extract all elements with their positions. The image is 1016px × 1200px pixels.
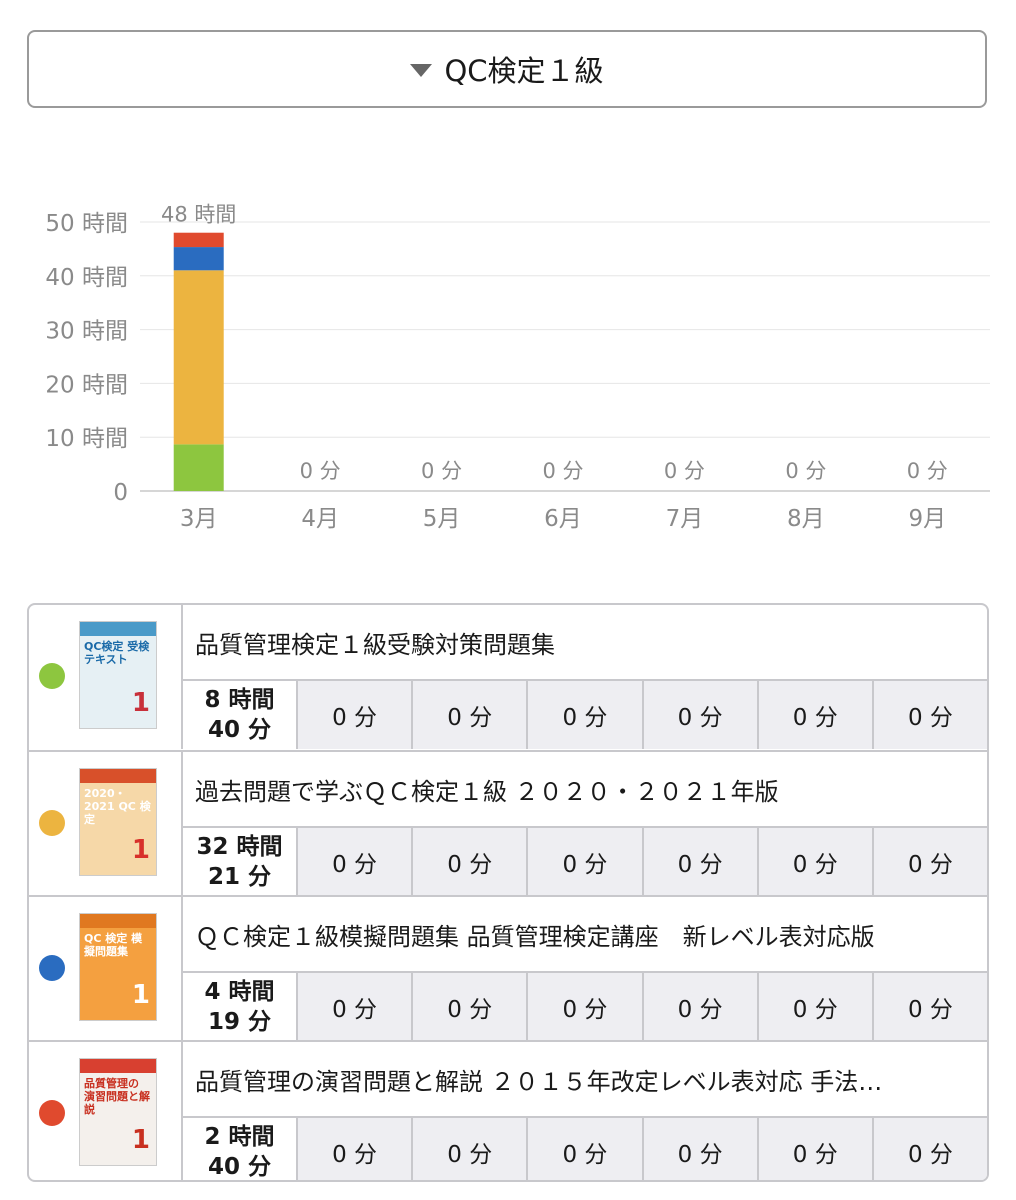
month-time-cell: 0 分 bbox=[756, 681, 872, 749]
x-tick-label: 6月 bbox=[544, 506, 582, 532]
month-time-cell: 0 分 bbox=[756, 828, 872, 896]
book-cover-image: QC検定 受検テキスト 1 bbox=[79, 621, 157, 729]
total-minutes: 40 分 bbox=[207, 1154, 271, 1180]
month-time-cell: 0 分 bbox=[526, 681, 642, 749]
book-cover-image: 品質管理の 演習問題と解説 1 bbox=[79, 1058, 157, 1166]
total-hours: 2 時間 bbox=[204, 1124, 275, 1150]
book-title: 過去問題で学ぶＱＣ検定１級 ２０２０・２０２１年版 bbox=[195, 777, 779, 806]
bar-value-label: 0 分 bbox=[421, 459, 462, 483]
x-tick-label: 5月 bbox=[423, 506, 461, 532]
total-time-cell: 2 時間 40 分 bbox=[183, 1118, 296, 1180]
book-title: 品質管理検定１級受験対策問題集 bbox=[195, 630, 555, 659]
total-hours: 8 時間 bbox=[204, 687, 275, 713]
book-row[interactable]: QC検定 受検テキスト 1 品質管理検定１級受験対策問題集 8 時間 40 分0 分0 … bbox=[29, 605, 987, 749]
bar-segment bbox=[173, 270, 224, 445]
series-color-dot bbox=[39, 663, 65, 689]
x-tick-label: 8月 bbox=[787, 506, 825, 532]
book-row[interactable]: 2020・2021 QC 検定 1 過去問題で学ぶＱＣ検定１級 ２０２０・２０２１年… bbox=[29, 750, 987, 896]
book-cover-image: 2020・2021 QC 検定 1 bbox=[79, 768, 157, 876]
book-title: 品質管理の演習問題と解説 ２０１５年改定レベル表対応 手法… bbox=[195, 1067, 883, 1096]
total-minutes: 19 分 bbox=[207, 1009, 271, 1035]
total-hours: 32 時間 bbox=[196, 834, 283, 860]
total-hours: 4 時間 bbox=[204, 979, 275, 1005]
x-tick-label: 4月 bbox=[301, 506, 339, 532]
book-row[interactable]: 品質管理の 演習問題と解説 1 品質管理の演習問題と解説 ２０１５年改定レベル表対応… bbox=[29, 1040, 987, 1180]
month-time-cell: 0 分 bbox=[641, 681, 757, 749]
month-time-cell: 0 分 bbox=[641, 973, 757, 1041]
month-time-cell: 0 分 bbox=[526, 828, 642, 896]
bar-value-label: 0 分 bbox=[542, 459, 583, 483]
month-time-cell: 0 分 bbox=[296, 1118, 412, 1180]
bar-segment bbox=[173, 247, 224, 271]
y-tick-label: 50 時間 bbox=[45, 211, 128, 237]
month-time-cell: 0 分 bbox=[411, 1118, 527, 1180]
book-cover-image: QC 検定 模擬問題集 1 bbox=[79, 913, 157, 1021]
month-time-cell: 0 分 bbox=[871, 1118, 987, 1180]
y-tick-label: 10 時間 bbox=[45, 426, 128, 452]
dropdown-label: QC検定１級 bbox=[444, 54, 604, 88]
total-time-cell: 4 時間 19 分 bbox=[183, 973, 296, 1041]
triangle-down-icon bbox=[410, 64, 433, 77]
x-tick-label: 3月 bbox=[180, 506, 218, 532]
month-time-cell: 0 分 bbox=[641, 828, 757, 896]
book-category-dropdown[interactable]: QC検定１級 bbox=[27, 30, 987, 108]
bar-segment bbox=[173, 444, 224, 491]
month-time-cell: 0 分 bbox=[296, 681, 412, 749]
y-tick-label: 20 時間 bbox=[45, 372, 128, 398]
bar-segment bbox=[173, 232, 224, 248]
series-color-dot bbox=[39, 955, 65, 981]
month-time-cell: 0 分 bbox=[526, 1118, 642, 1180]
y-tick-label: 0 bbox=[113, 480, 128, 506]
x-tick-label: 7月 bbox=[666, 506, 704, 532]
book-study-table: QC検定 受検テキスト 1 品質管理検定１級受験対策問題集 8 時間 40 分0 分0 … bbox=[27, 603, 989, 1182]
total-minutes: 40 分 bbox=[207, 717, 271, 743]
bar-value-label: 0 分 bbox=[300, 459, 341, 483]
month-time-cell: 0 分 bbox=[411, 681, 527, 749]
book-row[interactable]: QC 検定 模擬問題集 1 ＱＣ検定１級模擬問題集 品質管理検定講座 新レベル表対応… bbox=[29, 895, 987, 1041]
month-time-cell: 0 分 bbox=[296, 828, 412, 896]
total-minutes: 21 分 bbox=[207, 864, 271, 890]
month-time-cell: 0 分 bbox=[871, 681, 987, 749]
bar-value-label: 0 分 bbox=[907, 459, 948, 483]
bar-value-label: 48 時間 bbox=[161, 203, 236, 227]
monthly-study-time-chart: 0 10 時間 20 時間 30 時間 40 時間 50 時間 48 時間 3月 0 分 4月 0 … bbox=[45, 203, 990, 532]
x-tick-label: 9月 bbox=[908, 506, 946, 532]
y-tick-label: 30 時間 bbox=[45, 319, 128, 345]
bar-value-label: 0 分 bbox=[785, 459, 826, 483]
month-time-cell: 0 分 bbox=[871, 828, 987, 896]
total-time-cell: 8 時間 40 分 bbox=[183, 681, 296, 749]
month-time-cell: 0 分 bbox=[756, 973, 872, 1041]
y-tick-label: 40 時間 bbox=[45, 265, 128, 291]
series-color-dot bbox=[39, 1100, 65, 1126]
month-time-cell: 0 分 bbox=[526, 973, 642, 1041]
month-time-cell: 0 分 bbox=[871, 973, 987, 1041]
month-time-cell: 0 分 bbox=[296, 973, 412, 1041]
total-time-cell: 32 時間 21 分 bbox=[183, 828, 296, 896]
month-time-cell: 0 分 bbox=[641, 1118, 757, 1180]
month-time-cell: 0 分 bbox=[411, 973, 527, 1041]
book-title: ＱＣ検定１級模擬問題集 品質管理検定講座 新レベル表対応版 bbox=[195, 922, 875, 951]
series-color-dot bbox=[39, 810, 65, 836]
bar-value-label: 0 分 bbox=[664, 459, 705, 483]
month-time-cell: 0 分 bbox=[756, 1118, 872, 1180]
month-time-cell: 0 分 bbox=[411, 828, 527, 896]
